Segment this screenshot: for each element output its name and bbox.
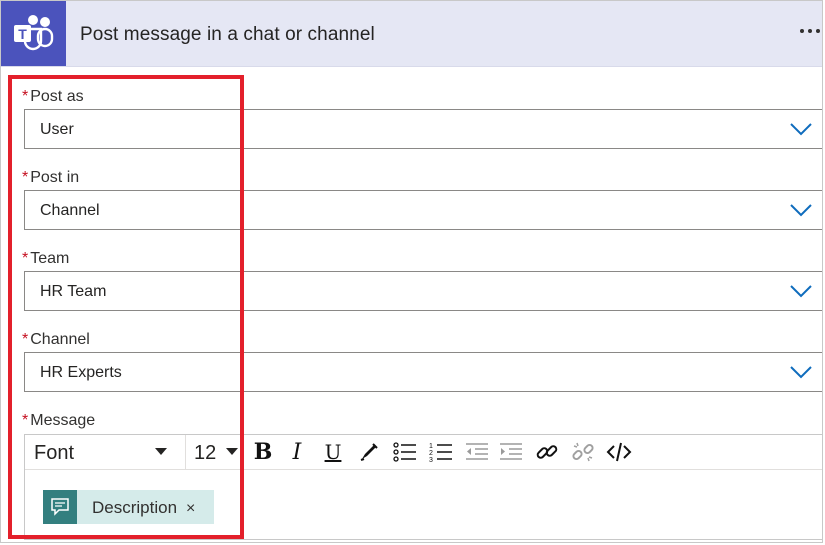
font-size-select[interactable]: 12 [185, 435, 244, 469]
font-size-value: 12 [194, 442, 217, 464]
svg-text:1: 1 [429, 443, 433, 450]
chevron-down-icon [790, 285, 812, 298]
channel-dropdown[interactable]: HR Experts [24, 352, 822, 392]
increase-indent-icon[interactable] [497, 438, 525, 466]
font-family-select[interactable]: Font [25, 435, 186, 469]
svg-text:3: 3 [429, 457, 433, 463]
action-header[interactable]: T Post message in a chat or channel [1, 1, 822, 67]
italic-button[interactable]: I [283, 438, 311, 466]
chat-bubble-icon [43, 490, 77, 524]
more-options-icon[interactable] [800, 29, 820, 37]
team-dropdown[interactable]: HR Team [24, 271, 822, 311]
required-marker: * [22, 250, 29, 267]
message-label: * Message [22, 412, 96, 429]
post-as-dropdown[interactable]: User [24, 109, 822, 149]
link-icon[interactable] [533, 438, 561, 466]
chevron-down-icon [790, 123, 812, 136]
chevron-down-icon [790, 366, 812, 379]
code-view-icon[interactable] [605, 438, 633, 466]
numbered-list-icon[interactable]: 123 [427, 438, 455, 466]
channel-label: * Channel [22, 331, 90, 348]
close-icon[interactable]: × [186, 500, 195, 518]
token-label: Description [92, 498, 178, 517]
team-value: HR Team [40, 283, 107, 300]
teams-logo-icon: T [1, 1, 66, 66]
post-as-value: User [40, 121, 74, 138]
bold-button[interactable]: B [249, 438, 277, 466]
underline-button[interactable]: U [319, 438, 347, 466]
dynamic-content-token[interactable]: Description × [43, 490, 214, 524]
bulleted-list-icon[interactable] [391, 438, 419, 466]
message-editor[interactable]: Font 12 B I U 123 Description × [24, 434, 822, 540]
svg-text:2: 2 [429, 450, 433, 457]
action-title: Post message in a chat or channel [80, 24, 375, 45]
post-as-label: * Post as [22, 88, 84, 105]
pen-icon[interactable] [355, 438, 383, 466]
chevron-down-icon [790, 204, 812, 217]
post-in-dropdown[interactable]: Channel [24, 190, 822, 230]
required-marker: * [22, 88, 29, 105]
font-family-value: Font [34, 442, 75, 464]
post-in-value: Channel [40, 202, 100, 219]
editor-toolbar: Font 12 B I U 123 [25, 435, 822, 470]
caret-down-icon [155, 448, 167, 455]
channel-value: HR Experts [40, 364, 122, 381]
required-marker: * [22, 412, 29, 429]
caret-down-icon [226, 448, 238, 455]
svg-text:T: T [18, 26, 27, 42]
team-label: * Team [22, 250, 70, 267]
action-card: T Post message in a chat or channel * Pos… [0, 0, 823, 543]
required-marker: * [22, 331, 29, 348]
post-in-label: * Post in [22, 169, 80, 186]
decrease-indent-icon[interactable] [463, 438, 491, 466]
unlink-icon[interactable] [569, 438, 597, 466]
required-marker: * [22, 169, 29, 186]
